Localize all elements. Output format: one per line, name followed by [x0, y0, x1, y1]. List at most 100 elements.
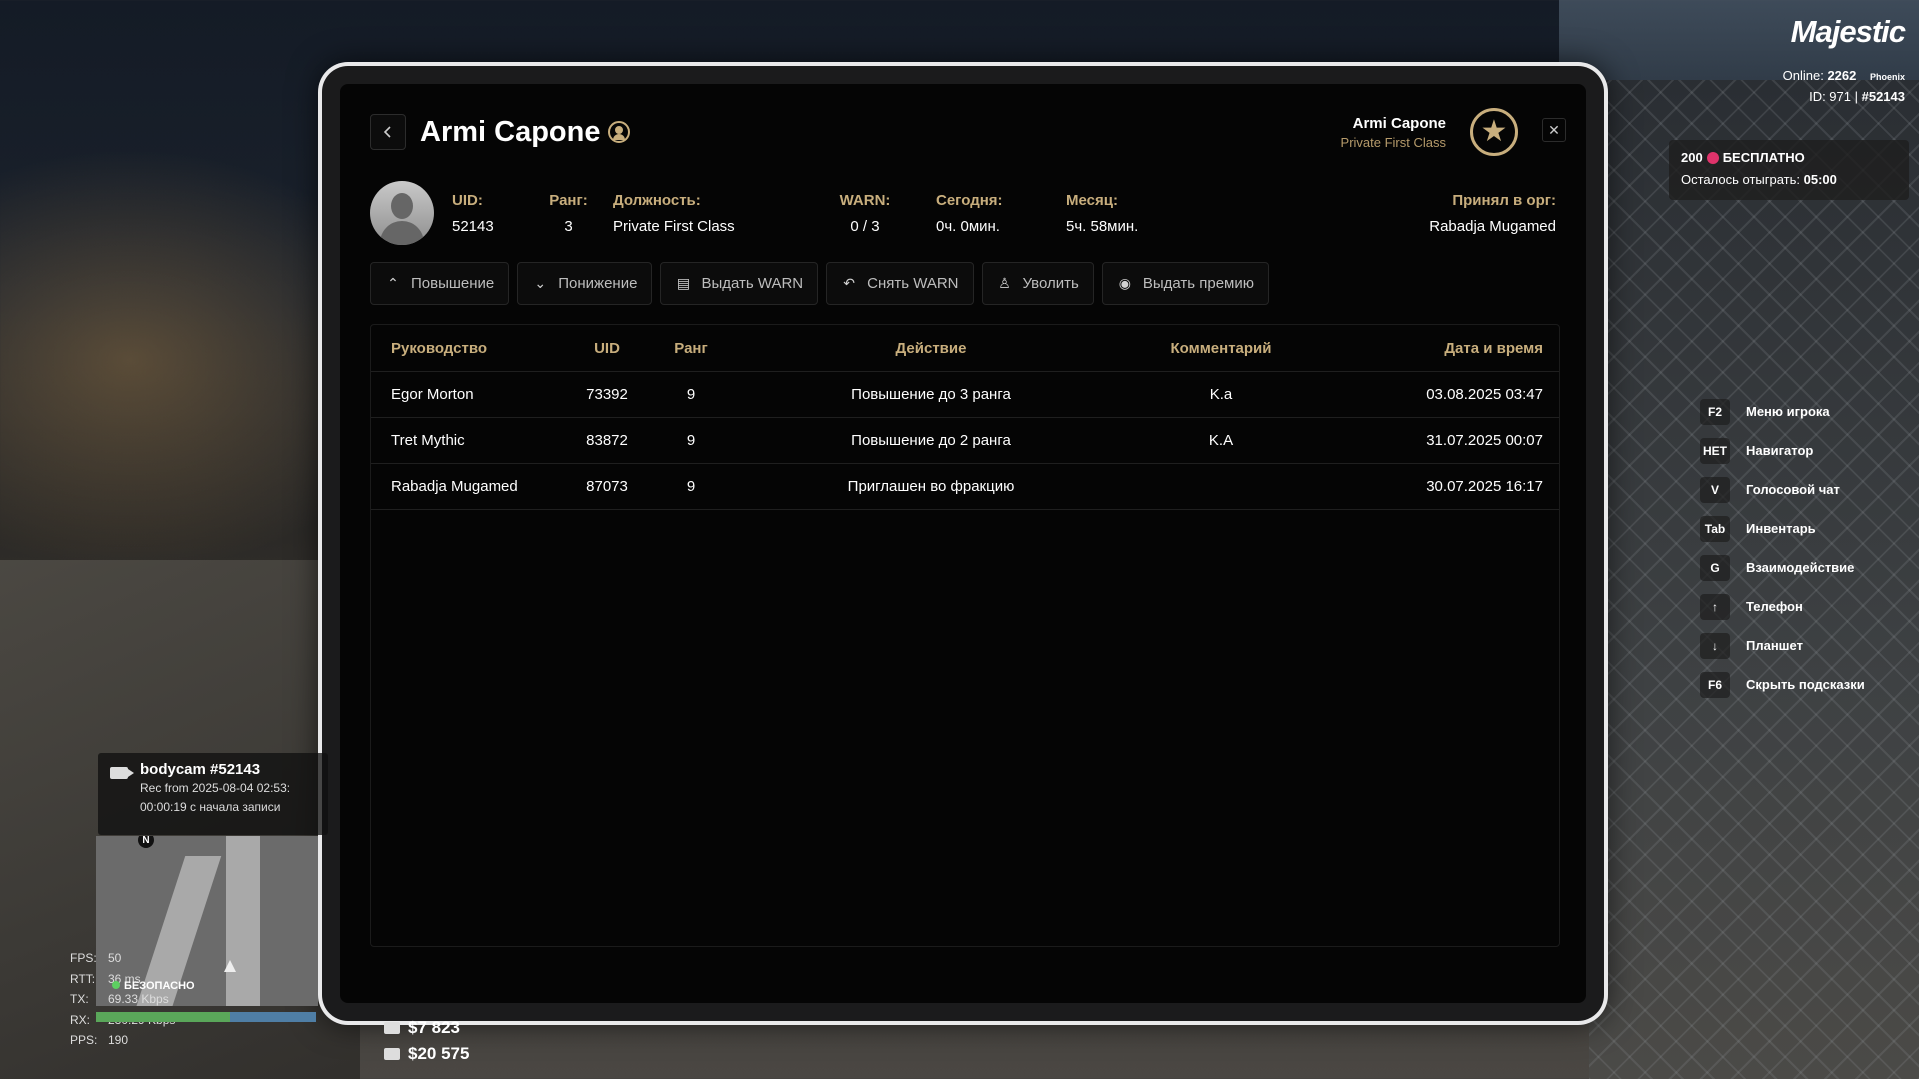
fire-button[interactable]: ♙ Уволить: [981, 262, 1094, 305]
tx-label: TX:: [70, 992, 89, 1006]
hint-label: Взаимодействие: [1746, 560, 1855, 575]
camera-icon: [110, 767, 134, 779]
hint-label: Навигатор: [1746, 443, 1814, 458]
undo-icon: ↶: [843, 275, 855, 291]
demote-button-label: Понижение: [558, 275, 638, 292]
hint-key: F2: [1700, 398, 1730, 425]
close-button[interactable]: ✕: [1542, 118, 1566, 142]
table-row: Tret Mythic 83872 9 Повышение до 2 ранга…: [371, 418, 1559, 464]
hint-key: НЕТ: [1700, 437, 1730, 464]
remove-warn-button-label: Снять WARN: [867, 275, 959, 292]
key-hints: F2 Меню игрока НЕТ Навигатор V Голосовой ча…: [1700, 392, 1865, 704]
cell-datetime: 03.08.2025 03:47: [1426, 386, 1543, 403]
info-accepted-by: Принял в орг: Rabadja Mugamed: [1429, 191, 1556, 237]
rank-star-icon: ★: [1470, 108, 1518, 156]
info-position-value: Private First Class: [613, 218, 735, 235]
hint-key: ↓: [1700, 632, 1730, 659]
north-indicator: N: [138, 836, 154, 848]
hint-inventory: Tab Инвентарь: [1700, 509, 1865, 548]
hint-tablet: ↓ Планшет: [1700, 626, 1865, 665]
col-header-uid: UID: [594, 339, 620, 357]
info-warn-label: WARN:: [839, 192, 891, 209]
cell-action: Повышение до 2 ранга: [851, 432, 1011, 449]
promo-amount: 200: [1681, 150, 1703, 165]
cell-action: Приглашен во фракцию: [847, 478, 1015, 495]
info-warn: WARN: 0 / 3: [830, 191, 900, 237]
network-stats: FPS:50 RTT:36 ms TX:69.33 Kbps RX:230.29…: [70, 948, 175, 1051]
cell-rank: 9: [686, 386, 696, 403]
table-header: Руководство UID Ранг Действие Комментари…: [371, 325, 1559, 372]
info-rank: Ранг: 3: [546, 191, 591, 237]
give-bonus-button-label: Выдать премию: [1142, 275, 1254, 292]
promote-button[interactable]: ⌃ Повышение: [370, 262, 510, 305]
bank-amount: $20 575: [408, 1044, 470, 1063]
online-count: 2262: [1827, 68, 1857, 83]
give-warn-button-label: Выдать WARN: [701, 275, 804, 292]
cell-datetime: 30.07.2025 16:17: [1426, 478, 1543, 495]
bodycam-overlay: bodycam #52143 Rec from 2025-08-04 02:53…: [98, 753, 328, 835]
back-button[interactable]: [370, 114, 406, 150]
table-row: Rabadja Mugamed 87073 9 Приглашен во фра…: [371, 464, 1559, 510]
cell-uid: 83872: [586, 432, 628, 449]
cell-leader: Rabadja Mugamed: [391, 478, 518, 495]
fire-person-icon: ♙: [998, 275, 1011, 291]
hint-voice-chat: V Голосовой чат: [1700, 470, 1865, 509]
hint-key: Tab: [1700, 515, 1730, 542]
tablet-bezel: Armi Capone Armi Capone Private First Cl…: [322, 66, 1604, 1021]
fire-button-label: Уволить: [1022, 275, 1079, 292]
give-bonus-button[interactable]: ◉ Выдать премию: [1101, 262, 1269, 305]
cash-icon: [384, 1022, 400, 1034]
server-name: Phoenix: [1869, 72, 1905, 82]
hint-key: ↑: [1700, 593, 1730, 620]
info-month-value: 5ч. 58мин.: [1066, 218, 1139, 235]
pps-label: PPS:: [70, 1033, 98, 1047]
info-accepted-by-label: Принял в орг:: [1452, 192, 1556, 209]
header-name: Armi Capone: [1352, 115, 1446, 132]
header-rank: Private First Class: [1340, 135, 1446, 150]
health-bar: [96, 1012, 230, 1022]
cell-datetime: 31.07.2025 00:07: [1426, 432, 1543, 449]
cell-rank: 9: [686, 432, 696, 449]
info-uid-value: 52143: [452, 218, 494, 235]
hint-label: Планшет: [1746, 638, 1803, 653]
demote-button[interactable]: ⌄ Понижение: [517, 262, 653, 305]
info-today-value: 0ч. 0мин.: [936, 218, 1000, 235]
hint-hide-hints: F6 Скрыть подсказки: [1700, 665, 1865, 704]
status-bars: [96, 1012, 316, 1022]
cell-rank: 9: [686, 478, 696, 495]
promo-text: БЕСПЛАТНО: [1722, 150, 1805, 165]
remove-warn-button[interactable]: ↶ Снять WARN: [826, 262, 974, 305]
give-warn-button[interactable]: ▤ Выдать WARN: [660, 262, 819, 305]
info-month-label: Месяц:: [1066, 192, 1118, 209]
cell-comment: K.a: [1209, 386, 1233, 403]
cell-leader: Tret Mythic: [391, 432, 465, 449]
hint-label: Скрыть подсказки: [1746, 677, 1865, 692]
hint-key: G: [1700, 554, 1730, 581]
chevron-down-icon: ⌄: [534, 275, 547, 291]
cash-amount: $7 823: [408, 1018, 460, 1037]
history-table: Руководство UID Ранг Действие Комментари…: [370, 324, 1560, 947]
promote-button-label: Повышение: [411, 275, 495, 292]
cell-uid: 87073: [586, 478, 628, 495]
hint-interaction: G Взаимодействие: [1700, 548, 1865, 587]
tablet-screen: Armi Capone Armi Capone Private First Cl…: [340, 84, 1586, 1003]
hint-label: Голосовой чат: [1746, 482, 1840, 497]
player-arrow-icon: [224, 960, 236, 972]
info-rank-label: Ранг:: [549, 192, 588, 209]
bodycam-rec-from: Rec from 2025-08-04 02:53:: [140, 781, 291, 795]
warn-document-icon: ▤: [676, 275, 691, 291]
hint-player-menu: F2 Меню игрока: [1700, 392, 1865, 431]
player-id-label: ID: 971 |: [1809, 89, 1858, 104]
action-bar: ⌃ Повышение ⌄ Понижение ▤ Выдать WARN ↶ …: [370, 262, 1269, 305]
info-rank-value: 3: [564, 218, 573, 235]
info-position-label: Должность:: [613, 192, 701, 209]
hint-label: Телефон: [1746, 599, 1803, 614]
col-header-leader: Руководство: [391, 339, 488, 357]
col-header-datetime: Дата и время: [1444, 339, 1543, 357]
hint-navigator: НЕТ Навигатор: [1700, 431, 1865, 470]
info-month: Месяц: 5ч. 58мин.: [1066, 191, 1138, 237]
coin-icon: ◉: [1118, 275, 1131, 291]
bank-card-icon: [384, 1048, 400, 1060]
chevron-up-icon: ⌃: [387, 275, 399, 291]
pps-value: 190: [108, 1033, 129, 1047]
